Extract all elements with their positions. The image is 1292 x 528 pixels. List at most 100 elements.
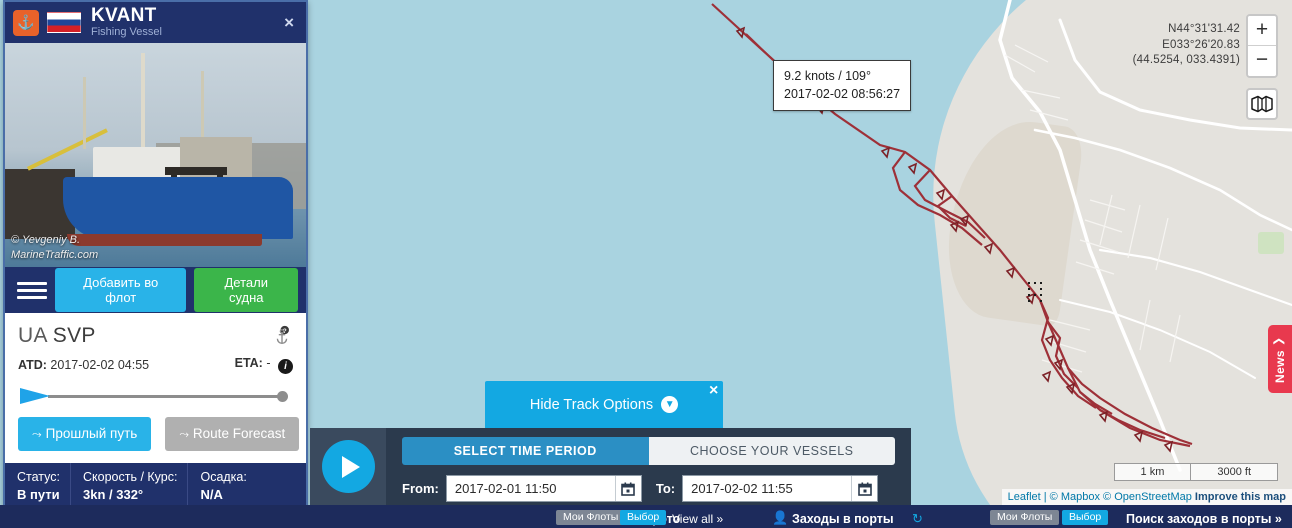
scale-metric: 1 km bbox=[1113, 463, 1192, 481]
route-forecast-button[interactable]: ⤳ Route Forecast bbox=[165, 417, 300, 451]
play-icon bbox=[341, 455, 360, 478]
stat-speed-course: Скорость / Курс: 3kn / 332° bbox=[70, 463, 187, 509]
map-scale-bar: 1 km 3000 ft bbox=[1113, 463, 1278, 481]
vessel-route-section: UA SVP ? ATD: 2017-02-02 04:55 ETA: - i bbox=[5, 313, 306, 463]
eta-block: ETA: - i bbox=[235, 356, 293, 374]
past-track-label: Прошлый путь bbox=[45, 426, 138, 441]
map-layers-button[interactable] bbox=[1246, 88, 1278, 120]
user-icon: 👤 bbox=[772, 510, 789, 525]
photo-credit: © Yevgeniy B. MarineTraffic.com bbox=[11, 233, 98, 263]
vessel-name: KVANT bbox=[91, 5, 157, 27]
track-path-icon: ⤳ bbox=[179, 427, 189, 441]
from-label: From: bbox=[402, 481, 439, 496]
route-forecast-label: Route Forecast bbox=[192, 426, 286, 441]
close-panel-button[interactable]: × bbox=[284, 13, 294, 33]
atd-value: 2017-02-02 04:55 bbox=[50, 358, 150, 372]
bottom-toolbar: шие фото Мои Флоты Выбор View all » 👤 За… bbox=[0, 505, 1292, 528]
to-calendar-icon[interactable] bbox=[851, 476, 877, 501]
progress-vessel-arrow-icon bbox=[20, 388, 50, 404]
choose-pill[interactable]: Выбор bbox=[620, 510, 667, 525]
atd-label: ATD: bbox=[18, 358, 47, 372]
choose-pill-2[interactable]: Выбор bbox=[1062, 510, 1109, 525]
refresh-icon[interactable]: ↻ bbox=[912, 511, 923, 527]
app-root: 9.2 knots / 109° 2017-02-02 08:56:27 N44… bbox=[0, 0, 1292, 528]
track-options-tabs: SELECT TIME PERIOD CHOOSE YOUR VESSELS bbox=[402, 437, 895, 465]
attrib-improve-link[interactable]: Improve this map bbox=[1195, 491, 1286, 503]
from-date-field[interactable] bbox=[445, 475, 642, 502]
calendar-icon bbox=[621, 482, 636, 496]
vessel-stats-bar: Статус: В пути Скорость / Курс: 3kn / 33… bbox=[5, 463, 306, 509]
hamburger-menu-button[interactable] bbox=[13, 281, 47, 299]
eta-label: ETA: bbox=[234, 356, 263, 370]
stat-draught: Осадка: N/A bbox=[187, 463, 256, 509]
attrib-mapbox[interactable]: © Mapbox bbox=[1050, 491, 1100, 503]
tab-select-time-period[interactable]: SELECT TIME PERIOD bbox=[402, 437, 649, 465]
stat-speed-course-value: 3kn / 332° bbox=[83, 487, 144, 503]
to-label: To: bbox=[655, 481, 676, 496]
stat-draught-label: Осадка: bbox=[200, 470, 247, 484]
news-label: News bbox=[1273, 350, 1287, 383]
vessel-title-block: KVANT Fishing Vessel bbox=[91, 6, 162, 38]
port-calls-label: Заходы в порты bbox=[792, 512, 894, 526]
past-track-button[interactable]: ⤳ Прошлый путь bbox=[18, 417, 152, 451]
route-times: ATD: 2017-02-02 04:55 ETA: - i bbox=[18, 356, 293, 374]
tooltip-speed-course: 9.2 knots / 109° bbox=[784, 69, 871, 83]
my-fleets-pill-2[interactable]: Мои Флоты bbox=[990, 510, 1060, 525]
photo-superstructure bbox=[93, 147, 181, 181]
vessel-details-button[interactable]: Детали судна bbox=[194, 268, 299, 312]
track-point-tooltip: 9.2 knots / 109° 2017-02-02 08:56:27 bbox=[773, 60, 912, 112]
to-date-field[interactable] bbox=[682, 475, 879, 502]
zoom-out-button[interactable]: − bbox=[1248, 46, 1276, 76]
vessel-type: Fishing Vessel bbox=[91, 26, 162, 39]
vessel-photo: © Yevgeniy B. MarineTraffic.com bbox=[5, 43, 306, 267]
my-fleets-pill[interactable]: Мои Флоты bbox=[556, 510, 626, 525]
hamburger-icon-line bbox=[17, 281, 47, 285]
add-to-fleet-button[interactable]: Добавить во флот bbox=[54, 268, 187, 312]
playback-cell bbox=[310, 428, 386, 505]
photo-credit-site: MarineTraffic.com bbox=[11, 249, 99, 262]
close-track-options-button[interactable]: × bbox=[709, 382, 718, 400]
calendar-icon bbox=[857, 482, 872, 496]
vessel-panel-header: ⚓ KVANT Fishing Vessel × bbox=[5, 2, 306, 43]
info-icon[interactable]: i bbox=[278, 359, 293, 374]
from-date-input[interactable] bbox=[446, 476, 615, 501]
atd-block: ATD: 2017-02-02 04:55 bbox=[18, 358, 149, 372]
route-origin-port: UA bbox=[18, 324, 47, 347]
photo-mast bbox=[141, 53, 145, 149]
vessel-actions-bar: Добавить во флот Детали судна bbox=[5, 267, 306, 313]
track-options-body: SELECT TIME PERIOD CHOOSE YOUR VESSELS F… bbox=[386, 428, 911, 505]
stat-status-value: В пути bbox=[17, 487, 60, 503]
view-all-link[interactable]: View all » bbox=[672, 512, 723, 526]
news-tab-button[interactable]: ❮ News bbox=[1268, 325, 1292, 393]
tab-choose-your-vessels[interactable]: CHOOSE YOUR VESSELS bbox=[648, 437, 895, 465]
zoom-in-button[interactable]: + bbox=[1248, 16, 1276, 46]
hide-track-options-button[interactable]: Hide Track Options ▼ bbox=[485, 381, 723, 428]
search-port-calls-link[interactable]: Поиск заходов в порты » bbox=[1126, 512, 1282, 526]
hide-track-options-label: Hide Track Options bbox=[529, 396, 654, 413]
news-chevron-icon: ❮ bbox=[1273, 336, 1286, 347]
vessel-info-panel: ⚓ KVANT Fishing Vessel × © Yevgeniy B. M… bbox=[3, 0, 308, 528]
to-date-input[interactable] bbox=[683, 476, 852, 501]
map-attribution[interactable]: Leaflet | © Mapbox © OpenStreetMap Impro… bbox=[1001, 489, 1292, 505]
hamburger-icon-line bbox=[17, 295, 47, 299]
track-options-panel: SELECT TIME PERIOD CHOOSE YOUR VESSELS F… bbox=[310, 428, 911, 505]
scale-imperial: 3000 ft bbox=[1191, 463, 1278, 481]
progress-track bbox=[48, 395, 281, 398]
from-calendar-icon[interactable] bbox=[614, 476, 641, 501]
play-button[interactable] bbox=[321, 440, 375, 493]
zoom-control[interactable]: + − bbox=[1246, 14, 1278, 78]
track-path-icon: ⤳ bbox=[32, 427, 42, 441]
photo-mast bbox=[83, 77, 86, 149]
coord-latitude: N44°31'31.42 bbox=[1168, 23, 1240, 35]
russia-flag-icon bbox=[47, 12, 81, 33]
anchor-help-icon[interactable]: ? bbox=[271, 325, 293, 347]
hamburger-icon-line bbox=[17, 288, 47, 292]
attrib-leaflet[interactable]: Leaflet bbox=[1008, 491, 1041, 503]
stat-status: Статус: В пути bbox=[5, 463, 70, 509]
attrib-osm[interactable]: © OpenStreetMap bbox=[1103, 491, 1192, 503]
progress-destination-dot bbox=[277, 391, 288, 402]
stat-status-label: Статус: bbox=[17, 470, 60, 484]
route-destination-port: SVP bbox=[52, 324, 96, 347]
coord-longitude: E033°26'20.83 bbox=[1162, 38, 1240, 51]
eta-value: - bbox=[266, 356, 271, 370]
